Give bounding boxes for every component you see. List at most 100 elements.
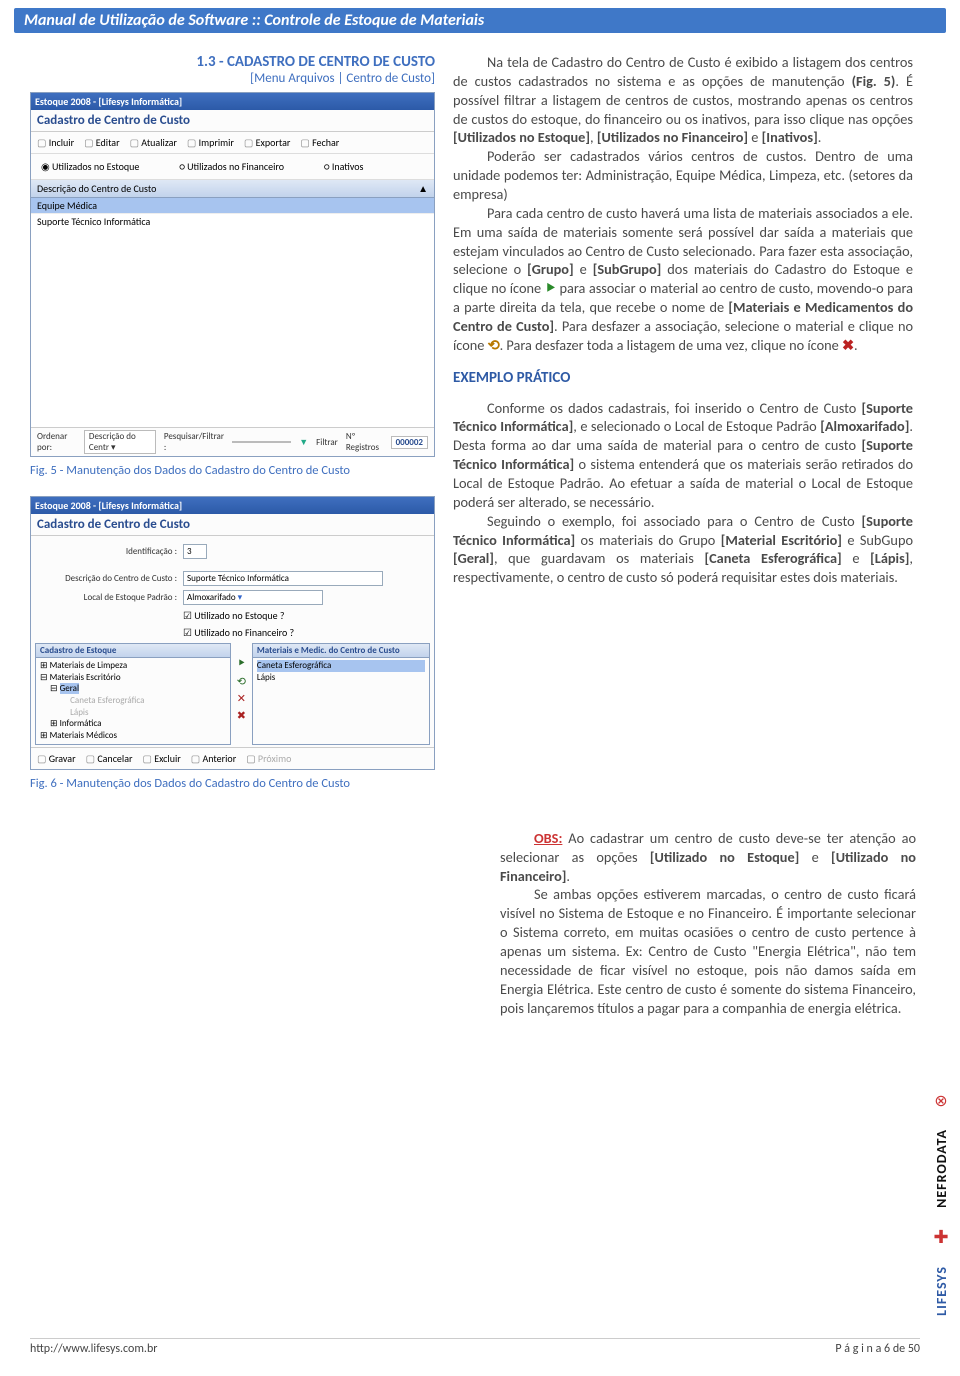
- window-caption: Cadastro de Centro de Custo: [31, 110, 434, 132]
- nefrodata-icon: ⊗: [934, 1091, 947, 1111]
- footer-page: P á g i n a 6 de 50: [835, 1342, 920, 1356]
- registros-count: 000002: [391, 436, 428, 449]
- imprimir-button[interactable]: Imprimir: [187, 136, 234, 149]
- page-header: Manual de Utilização de Software :: Cont…: [14, 8, 946, 33]
- desc-label: Descrição do Centro de Custo :: [37, 573, 177, 584]
- ordenar-label: Ordenar por:: [37, 431, 76, 453]
- tree-node[interactable]: Materiais Médicos: [40, 730, 226, 742]
- add-icon: ⯈: [545, 279, 556, 297]
- anterior-button[interactable]: Anterior: [191, 752, 236, 765]
- fechar-button[interactable]: Fechar: [300, 136, 339, 149]
- column-header: Descrição do Centro de Custo ▲: [31, 180, 434, 198]
- section-title: 1.3 - CADASTRO DE CENTRO DE CUSTO: [30, 53, 435, 71]
- obs-block: OBS: Ao cadastrar um centro de custo dev…: [500, 829, 916, 1018]
- add-icon[interactable]: ⯈: [237, 657, 246, 671]
- body-text: Conforme os dados cadastrais, foi inseri…: [487, 399, 862, 417]
- toolbar: Incluir Editar Atualizar Imprimir Export…: [31, 132, 434, 154]
- chk-financeiro[interactable]: Utilizado no Financeiro ?: [183, 626, 294, 639]
- cancelar-button[interactable]: Cancelar: [86, 752, 133, 765]
- local-dropdown[interactable]: Almoxarifado: [183, 590, 323, 605]
- panel-right-header: Materiais e Medic. do Centro de Custo: [253, 644, 429, 658]
- desc-field[interactable]: Suporte Técnico Informática: [183, 571, 383, 586]
- side-logos: ⊗ NEFRODATA ✚ LIFESYS: [926, 1066, 956, 1316]
- option-ref: [Utilizados no Estoque]: [453, 128, 590, 146]
- registros-label: Nº Registros: [346, 431, 383, 453]
- remove-all-icon: ✖: [842, 336, 854, 354]
- window-title: Estoque 2008 - [Lifesys Informática]: [31, 93, 434, 110]
- proximo-button[interactable]: Próximo: [246, 752, 291, 765]
- body-text: Poderão ser cadastrados vários centros d…: [453, 147, 913, 203]
- page-footer: http://www.lifesys.com.br P á g i n a 6 …: [30, 1338, 920, 1356]
- excluir-button[interactable]: Excluir: [142, 752, 180, 765]
- body-text: Se ambas opções estiverem marcadas, o ce…: [500, 885, 916, 1016]
- undo-icon: ⟲: [488, 336, 500, 354]
- lifesys-icon: ✚: [933, 1226, 948, 1248]
- assoc-buttons: ⯈ ⟲ ✕ ✖: [235, 643, 248, 745]
- radio-estoque[interactable]: Utilizados no Estoque: [41, 160, 139, 173]
- right-column: Na tela de Cadastro do Centro de Custo é…: [453, 53, 913, 809]
- footer-url: http://www.lifesys.com.br: [30, 1342, 157, 1356]
- fig5-caption: Fig. 5 - Manutenção dos Dados do Cadastr…: [30, 463, 435, 478]
- window-title: Estoque 2008 - [Lifesys Informática]: [31, 497, 434, 514]
- option-ref: [Lápis]: [870, 549, 909, 567]
- table-row[interactable]: Suporte Técnico Informática: [31, 214, 434, 229]
- filter-radios: Utilizados no Estoque Utilizados no Fina…: [31, 154, 434, 180]
- window-fig6: Estoque 2008 - [Lifesys Informática] Cad…: [30, 496, 435, 770]
- list-materiais[interactable]: Caneta Esferográfica Lápis: [253, 658, 429, 685]
- tree-node[interactable]: Materiais de Limpeza: [40, 660, 226, 672]
- list-item[interactable]: Lápis: [257, 672, 425, 684]
- option-ref: [Material Escritório]: [721, 531, 842, 549]
- atualizar-button[interactable]: Atualizar: [130, 136, 177, 149]
- filter-icon[interactable]: ▼: [299, 437, 308, 448]
- tree-node[interactable]: Informática: [50, 718, 226, 730]
- body-text: Seguindo o exemplo, foi associado para o…: [487, 512, 862, 530]
- pesquisar-input[interactable]: [232, 441, 291, 443]
- ident-label: Identificação :: [37, 546, 177, 557]
- local-label: Local de Estoque Padrão :: [37, 592, 177, 603]
- option-ref: [Geral]: [453, 549, 494, 567]
- remove-icon[interactable]: ✕: [237, 692, 246, 705]
- option-ref: [Utilizados no Financeiro]: [597, 128, 748, 146]
- bottom-toolbar: Gravar Cancelar Excluir Anterior Próximo: [31, 747, 434, 769]
- nefrodata-logo: NEFRODATA: [933, 1129, 950, 1208]
- col-descricao[interactable]: Descrição do Centro de Custo: [37, 182, 156, 195]
- chk-estoque[interactable]: Utilizado no Estoque ?: [183, 609, 285, 622]
- radio-inativos[interactable]: Inativos: [324, 160, 363, 173]
- ident-field[interactable]: 3: [183, 544, 207, 559]
- panel-left-header: Cadastro de Estoque: [36, 644, 230, 658]
- status-bar: Ordenar por: Descrição do Centr ▾ Pesqui…: [31, 428, 434, 456]
- lifesys-logo: LIFESYS: [933, 1266, 950, 1316]
- window-fig5: Estoque 2008 - [Lifesys Informática] Cad…: [30, 92, 435, 457]
- option-ref: [Utilizado no Estoque]: [650, 848, 799, 866]
- tree-node[interactable]: Materiais Escritório: [40, 672, 226, 684]
- option-ref: [SubGrupo]: [593, 260, 662, 278]
- tree-leaf[interactable]: Lápis: [64, 707, 226, 719]
- grid-body[interactable]: Equipe Médica Suporte Técnico Informátic…: [31, 198, 434, 428]
- gravar-button[interactable]: Gravar: [37, 752, 76, 765]
- radio-financeiro[interactable]: Utilizados no Financeiro: [179, 160, 284, 173]
- filtrar-button[interactable]: Filtrar: [316, 437, 338, 448]
- exportar-button[interactable]: Exportar: [244, 136, 290, 149]
- tree-node[interactable]: Geral: [50, 683, 226, 695]
- table-row[interactable]: Equipe Médica: [31, 198, 434, 214]
- tree-leaf[interactable]: Caneta Esferográfica: [64, 695, 226, 707]
- window-caption: Cadastro de Centro de Custo: [31, 514, 434, 536]
- editar-button[interactable]: Editar: [84, 136, 120, 149]
- tree-estoque[interactable]: Materiais de Limpeza Materiais Escritóri…: [36, 658, 230, 744]
- remove-all-icon[interactable]: ✖: [237, 709, 246, 722]
- fig-ref: (Fig. 5): [852, 72, 896, 90]
- undo-icon[interactable]: ⟲: [237, 675, 246, 688]
- example-heading: EXEMPLO PRÁTICO: [453, 369, 913, 389]
- option-ref: [Caneta Esferográfica]: [704, 549, 841, 567]
- option-ref: [Almoxarifado]: [820, 417, 909, 435]
- option-ref: [Grupo]: [527, 260, 574, 278]
- scroll-up-icon[interactable]: ▲: [418, 182, 428, 195]
- fig6-caption: Fig. 6 - Manutenção dos Dados do Cadastr…: [30, 776, 435, 791]
- pesquisar-label: Pesquisar/Filtrar :: [164, 431, 224, 453]
- ordenar-dropdown[interactable]: Descrição do Centr ▾: [84, 430, 156, 454]
- body-text: Na tela de Cadastro do Centro de Custo é…: [453, 53, 913, 90]
- section-subtitle: [Menu Arquivos | Centro de Custo]: [30, 71, 435, 86]
- incluir-button[interactable]: Incluir: [37, 136, 74, 149]
- list-item[interactable]: Caneta Esferográfica: [257, 660, 425, 672]
- obs-label: OBS:: [534, 829, 562, 847]
